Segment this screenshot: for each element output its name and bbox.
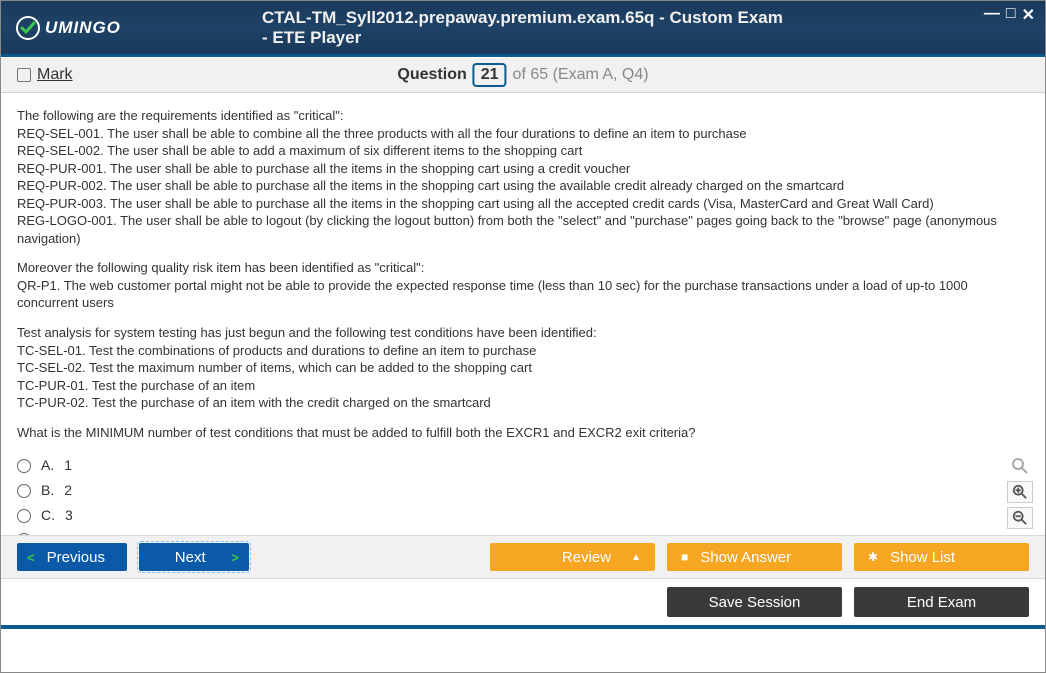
- req-line: REQ-PUR-001. The user shall be able to p…: [17, 160, 1029, 178]
- question-indicator: Question 21 of 65 (Exam A, Q4): [397, 63, 648, 87]
- end-exam-label: End Exam: [907, 594, 976, 611]
- show-answer-button[interactable]: ■ Show Answer: [667, 543, 842, 571]
- req-line: REQ-SEL-001. The user shall be able to c…: [17, 125, 1029, 143]
- close-icon[interactable]: ✕: [1022, 5, 1035, 25]
- bottom-row: Save Session End Exam: [1, 579, 1045, 625]
- zoom-out-icon[interactable]: [1007, 507, 1033, 529]
- show-list-label: Show List: [890, 549, 955, 566]
- brand-text: UMINGO: [45, 18, 121, 38]
- answer-text: 3: [65, 506, 73, 525]
- answer-text: 1: [64, 456, 72, 475]
- minimize-icon[interactable]: —: [984, 5, 1000, 25]
- square-icon: ■: [681, 550, 688, 564]
- zoom-in-icon[interactable]: [1007, 481, 1033, 503]
- nav-row: < Previous Next > Review ▲ ■ Show Answer…: [1, 535, 1045, 579]
- previous-button[interactable]: < Previous: [17, 543, 127, 571]
- tc-block: Test analysis for system testing has jus…: [17, 324, 1029, 412]
- previous-label: Previous: [47, 549, 105, 566]
- review-label: Review: [562, 549, 611, 566]
- req-line: REQ-PUR-003. The user shall be able to p…: [17, 195, 1029, 213]
- tc-line: TC-PUR-01. Test the purchase of an item: [17, 377, 1029, 395]
- question-content: The following are the requirements ident…: [1, 93, 1045, 535]
- answer-option[interactable]: C. 3: [17, 503, 1029, 528]
- zoom-tools: [1007, 455, 1033, 529]
- tc-line: TC-SEL-01. Test the combinations of prod…: [17, 342, 1029, 360]
- show-list-button[interactable]: ✱ Show List: [854, 543, 1029, 571]
- risk-intro: Moreover the following quality risk item…: [17, 259, 1029, 277]
- save-session-label: Save Session: [709, 594, 801, 611]
- question-text: What is the MINIMUM number of test condi…: [17, 424, 1029, 442]
- title-bar: UMINGO CTAL-TM_Syll2012.prepaway.premium…: [1, 1, 1045, 57]
- app-logo: UMINGO: [15, 15, 121, 41]
- radio-icon[interactable]: [17, 533, 31, 535]
- window-title: CTAL-TM_Syll2012.prepaway.premium.exam.6…: [262, 8, 784, 48]
- chevron-right-icon: >: [231, 550, 239, 565]
- show-answer-label: Show Answer: [700, 549, 791, 566]
- answer-text: 2: [64, 481, 72, 500]
- chevron-left-icon: <: [27, 550, 35, 565]
- mark-checkbox[interactable]: [17, 68, 31, 82]
- radio-icon[interactable]: [17, 509, 31, 523]
- answers-list: A. 1 B. 2 C. 3 D. 4: [17, 453, 1029, 535]
- radio-icon[interactable]: [17, 484, 31, 498]
- answer-letter: D.: [41, 531, 55, 535]
- magnifier-icon[interactable]: [1007, 455, 1033, 477]
- list-icon: ✱: [868, 550, 878, 564]
- triangle-up-icon: ▲: [631, 552, 641, 563]
- question-number: 21: [473, 63, 507, 87]
- req-line: REG-LOGO-001. The user shall be able to …: [17, 212, 1029, 247]
- answer-letter: A.: [41, 456, 54, 475]
- tc-line: TC-PUR-02. Test the purchase of an item …: [17, 394, 1029, 412]
- maximize-icon[interactable]: □: [1006, 5, 1016, 25]
- answer-option[interactable]: B. 2: [17, 478, 1029, 503]
- question-total: of 65 (Exam A, Q4): [513, 66, 649, 84]
- next-label: Next: [175, 549, 206, 566]
- answer-letter: C.: [41, 506, 55, 525]
- risk-line: QR-P1. The web customer portal might not…: [17, 277, 1029, 312]
- radio-icon[interactable]: [17, 459, 31, 473]
- req-intro: The following are the requirements ident…: [17, 107, 1029, 125]
- end-exam-button[interactable]: End Exam: [854, 587, 1029, 617]
- req-line: REQ-SEL-002. The user shall be able to a…: [17, 142, 1029, 160]
- checkmark-icon: [15, 15, 41, 41]
- requirements-block: The following are the requirements ident…: [17, 107, 1029, 247]
- answer-option[interactable]: D. 4: [17, 528, 1029, 535]
- risk-block: Moreover the following quality risk item…: [17, 259, 1029, 312]
- question-bar: Mark Question 21 of 65 (Exam A, Q4): [1, 57, 1045, 93]
- question-word: Question: [397, 66, 466, 84]
- mark-checkbox-wrap[interactable]: Mark: [17, 66, 73, 84]
- mark-label: Mark: [37, 66, 73, 84]
- save-session-button[interactable]: Save Session: [667, 587, 842, 617]
- review-button[interactable]: Review ▲: [490, 543, 655, 571]
- tc-intro: Test analysis for system testing has jus…: [17, 324, 1029, 342]
- answer-letter: B.: [41, 481, 54, 500]
- next-button[interactable]: Next >: [139, 543, 249, 571]
- tc-line: TC-SEL-02. Test the maximum number of it…: [17, 359, 1029, 377]
- req-line: REQ-PUR-002. The user shall be able to p…: [17, 177, 1029, 195]
- footer-bar: [1, 625, 1045, 629]
- answer-text: 4: [65, 531, 73, 535]
- window-controls: — □ ✕: [984, 5, 1035, 25]
- answer-option[interactable]: A. 1: [17, 453, 1029, 478]
